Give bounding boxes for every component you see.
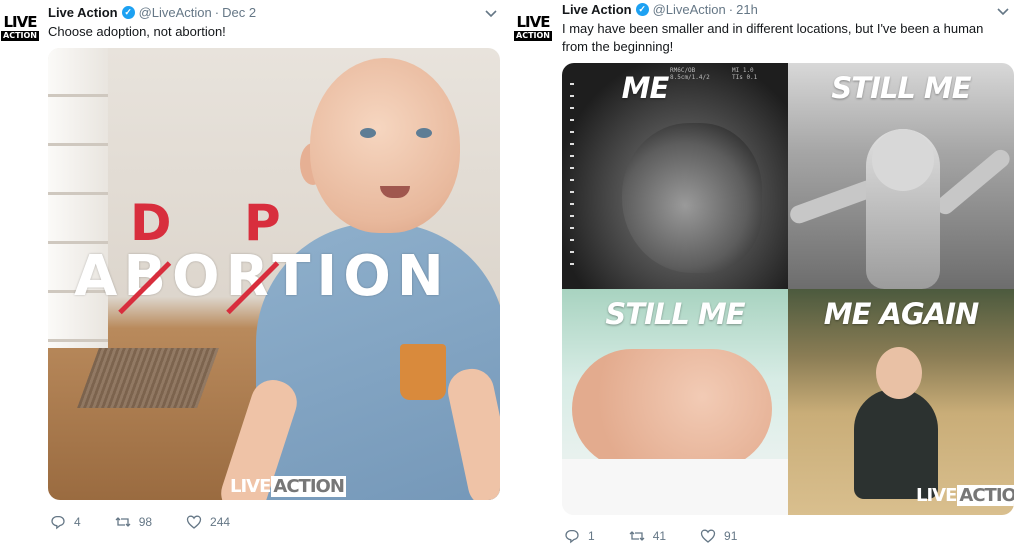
newborn-head <box>872 129 934 191</box>
retweet-button[interactable]: 41 <box>629 528 666 544</box>
avatar[interactable]: LIVE ACTION <box>1 10 39 46</box>
tweet-card[interactable]: LIVE ACTION Live Action ✓ @LiveAction · … <box>512 0 1024 551</box>
watermark-logo: LIVEACTION <box>230 476 346 497</box>
verified-badge-icon: ✓ <box>121 6 135 19</box>
tweet-actions: 4 98 244 <box>50 514 264 530</box>
like-button[interactable]: 91 <box>700 528 737 544</box>
newborn-arm <box>932 146 1014 218</box>
like-button[interactable]: 244 <box>186 514 230 530</box>
infant-figure <box>572 349 772 469</box>
verified-badge-icon: ✓ <box>635 3 649 16</box>
like-count: 244 <box>210 515 231 529</box>
collage-panel-infant: STILL ME <box>562 289 788 515</box>
like-icon <box>700 529 716 543</box>
tweet-header: Live Action ✓ @LiveAction · 21h <box>562 2 758 17</box>
separator-dot: · <box>728 2 734 17</box>
watermark-logo: LIVEACTION <box>916 485 1014 506</box>
reply-icon <box>565 529 579 544</box>
collage-label: STILL ME <box>831 71 971 105</box>
tweet-actions: 1 41 91 <box>564 528 771 544</box>
reply-button[interactable]: 1 <box>564 528 595 544</box>
tweet-timestamp[interactable]: 21h <box>736 2 758 17</box>
like-count: 91 <box>724 529 738 543</box>
collage-label: STILL ME <box>605 297 745 331</box>
reply-count: 1 <box>588 529 595 543</box>
reply-button[interactable]: 4 <box>50 514 81 530</box>
avatar[interactable]: LIVE ACTION <box>514 10 552 46</box>
retweet-count: 98 <box>138 515 153 529</box>
newborn-arm <box>788 178 879 226</box>
like-icon <box>186 515 202 529</box>
tweet-text: I may have been smaller and in different… <box>562 21 984 54</box>
toddler-head <box>876 347 922 399</box>
baby-eye <box>360 128 376 138</box>
shirt-pocket <box>400 344 446 400</box>
retweet-count: 41 <box>652 529 667 543</box>
retweet-icon <box>115 517 131 527</box>
retweet-button[interactable]: 98 <box>115 514 152 530</box>
chevron-down-icon[interactable] <box>484 6 498 20</box>
collage-panel-toddler: ME AGAIN LIVEACTION <box>788 289 1014 515</box>
overlay-replacement-letter: D <box>130 194 172 252</box>
tweet-timestamp[interactable]: Dec 2 <box>222 5 256 20</box>
ultrasound-face <box>622 123 762 273</box>
toddler-body <box>854 389 938 499</box>
floor-vent <box>77 348 219 408</box>
author-handle[interactable]: @LiveAction <box>653 2 726 17</box>
ultrasound-scale <box>570 83 574 273</box>
tweet-text: Choose adoption, not abortion! <box>48 24 226 39</box>
baby-head <box>310 58 460 233</box>
retweet-icon <box>629 531 645 541</box>
reply-count: 4 <box>74 515 81 529</box>
collage-panel-ultrasound: RM6C/OB 8.5cm/1.4/2 MI 1.0 TIs 0.1 ME <box>562 63 788 289</box>
chevron-down-icon[interactable] <box>996 4 1010 18</box>
tweet-header: Live Action ✓ @LiveAction · Dec 2 <box>48 5 256 20</box>
author-name[interactable]: Live Action <box>48 5 118 20</box>
tweet-image-collage[interactable]: RM6C/OB 8.5cm/1.4/2 MI 1.0 TIs 0.1 ME ST… <box>562 63 1014 515</box>
tweet-image[interactable]: ABORTION D P LIVEACTION <box>48 48 500 500</box>
collage-panel-newborn: STILL ME <box>788 63 1014 289</box>
author-name[interactable]: Live Action <box>562 2 632 17</box>
author-handle[interactable]: @LiveAction <box>139 5 212 20</box>
tweet-card[interactable]: LIVE ACTION Live Action ✓ @LiveAction · … <box>0 0 512 551</box>
baby-eye <box>416 128 432 138</box>
overlay-replacement-letter: P <box>244 194 281 252</box>
collage-label: ME AGAIN <box>823 297 980 331</box>
blanket <box>562 459 788 515</box>
reply-icon <box>51 515 65 530</box>
separator-dot: · <box>214 5 220 20</box>
collage-label: ME <box>621 71 670 105</box>
